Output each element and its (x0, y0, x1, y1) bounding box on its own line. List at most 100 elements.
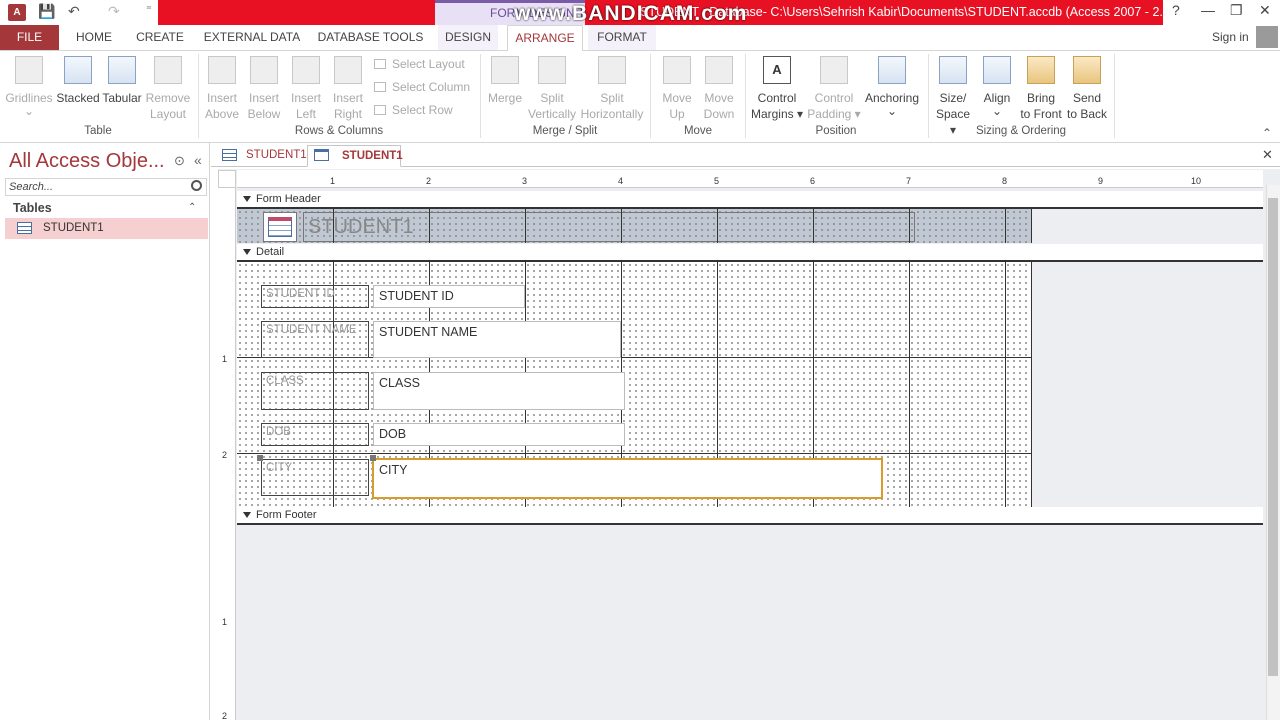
insert-left-button[interactable]: Insert Left (286, 56, 326, 122)
move-handle[interactable] (257, 455, 263, 461)
detail-empty-area (1032, 262, 1263, 507)
bring-to-front-button[interactable]: Bring to Front (1018, 56, 1064, 122)
nav-item-label: STUDENT1 (43, 222, 104, 234)
control-padding-icon (820, 56, 848, 84)
merge-button[interactable]: Merge (484, 56, 526, 106)
insert-right-button[interactable]: Insert Right (328, 56, 368, 122)
save-icon[interactable]: 💾 (38, 3, 55, 20)
search-icon[interactable] (191, 180, 202, 191)
help-button[interactable]: ? (1172, 2, 1180, 18)
nav-pane-title[interactable]: All Access Obje... (9, 150, 165, 173)
tabular-icon (108, 56, 136, 84)
align-button[interactable]: Align ⌄ (978, 56, 1016, 117)
grid-line (333, 209, 334, 243)
collapse-group-icon[interactable]: ⌃ (188, 202, 196, 213)
tab-arrange[interactable]: ARRANGE (507, 25, 583, 51)
collapse-ribbon-icon[interactable]: ⌃ (1262, 126, 1272, 140)
table-icon (17, 222, 32, 234)
tab-home[interactable]: HOME (66, 25, 122, 50)
control-margins-icon: A (763, 56, 791, 84)
split-vertically-button[interactable]: Split Vertically (526, 56, 578, 122)
label-student-id[interactable]: STUDENT ID (261, 285, 369, 308)
textbox-city-selected[interactable]: CITY (372, 458, 883, 499)
tab-external-data[interactable]: EXTERNAL DATA (200, 25, 304, 50)
split-vertically-icon (538, 56, 566, 84)
insert-below-icon (250, 56, 278, 84)
close-button[interactable]: ✕ (1259, 2, 1271, 19)
nav-search-input[interactable]: Search... (5, 178, 207, 196)
tab-format[interactable]: FORMAT (588, 25, 656, 50)
textbox-student-name[interactable]: STUDENT NAME (373, 321, 621, 358)
shutter-bar-close-icon[interactable]: « (194, 152, 202, 168)
form-title-label[interactable]: STUDENT1 (303, 212, 915, 242)
section-bar-form-footer[interactable]: Form Footer (237, 507, 1263, 525)
send-to-back-button[interactable]: Send to Back (1064, 56, 1110, 122)
label-student-name[interactable]: STUDENT NAME (261, 321, 369, 358)
grid-line (1031, 262, 1032, 507)
group-label-rows-columns: Rows & Columns (294, 125, 384, 137)
gridlines-icon (15, 56, 43, 84)
access-app-icon[interactable]: A (8, 4, 26, 21)
redo-icon[interactable]: ↷ (108, 3, 120, 20)
grid-line (429, 209, 430, 243)
move-down-button[interactable]: Move Down (698, 56, 740, 122)
ruler-label: 4 (618, 176, 624, 186)
label-city[interactable]: CITY (261, 459, 369, 496)
tab-database-tools[interactable]: DATABASE TOOLS (316, 25, 425, 50)
remove-layout-button[interactable]: Remove Layout (144, 56, 192, 122)
move-up-button[interactable]: Move Up (656, 56, 698, 122)
close-document-icon[interactable]: ✕ (1262, 147, 1273, 163)
nav-dropdown-icon[interactable]: ⊙ (174, 153, 185, 169)
grid-line (909, 262, 910, 507)
select-layout-button[interactable]: Select Layout (374, 55, 465, 73)
insert-below-button[interactable]: Insert Below (244, 56, 284, 122)
customize-qat-icon[interactable]: ⁼ (146, 3, 152, 16)
group-label-merge-split: Merge / Split (532, 125, 598, 137)
section-bar-detail[interactable]: Detail (237, 244, 1263, 262)
control-margins-button[interactable]: A Control Margins ▾ (748, 56, 806, 122)
textbox-class[interactable]: CLASS (373, 372, 625, 410)
form-logo-icon[interactable] (263, 212, 297, 242)
tab-file[interactable]: FILE (0, 25, 59, 50)
select-row-button[interactable]: Select Row (374, 101, 453, 119)
select-column-button[interactable]: Select Column (374, 78, 470, 96)
anchoring-button[interactable]: Anchoring ⌄ (862, 56, 922, 117)
merge-icon (491, 56, 519, 84)
minimize-button[interactable]: — (1201, 2, 1215, 18)
grid-line (1005, 262, 1006, 507)
stacked-icon (64, 56, 92, 84)
nav-group-tables[interactable]: Tables (13, 201, 52, 215)
section-bar-form-header[interactable]: Form Header (237, 191, 1263, 209)
ribbon-separator (480, 54, 481, 138)
form-footer-area (237, 525, 1263, 720)
user-avatar[interactable] (1256, 26, 1278, 48)
label-dob[interactable]: DOB (261, 423, 369, 446)
textbox-dob[interactable]: DOB (373, 423, 625, 446)
control-padding-button[interactable]: Control Padding ▾ (806, 56, 862, 122)
label-class[interactable]: CLASS (261, 372, 369, 410)
form-icon (314, 149, 329, 161)
gridlines-button[interactable]: Gridlines ⌄ (4, 56, 54, 117)
scrollbar-thumb[interactable] (1268, 198, 1278, 676)
restore-button[interactable]: ❐ (1230, 2, 1243, 19)
undo-icon[interactable]: ↶ (68, 3, 80, 20)
sign-in-link[interactable]: Sign in (1212, 30, 1249, 44)
split-horizontally-button[interactable]: Split Horizontally (578, 56, 646, 122)
ruler-label: 8 (1002, 176, 1008, 186)
move-up-icon (663, 56, 691, 84)
insert-above-button[interactable]: Insert Above (202, 56, 242, 122)
ruler-label: 9 (1098, 176, 1104, 186)
insert-left-icon (292, 56, 320, 84)
tabular-button[interactable]: Tabular (100, 56, 144, 106)
tab-create[interactable]: CREATE (132, 25, 188, 50)
form-selector[interactable] (218, 170, 236, 188)
move-handle[interactable] (370, 455, 376, 461)
ruler-label: 5 (714, 176, 720, 186)
nav-item-student1[interactable] (5, 218, 208, 239)
tab-design[interactable]: DESIGN (438, 25, 498, 50)
stacked-button[interactable]: Stacked (55, 56, 101, 106)
textbox-student-id[interactable]: STUDENT ID (373, 285, 525, 308)
grid-line (909, 209, 910, 243)
ruler-label: 2 (222, 450, 228, 460)
grid-line (717, 209, 718, 243)
